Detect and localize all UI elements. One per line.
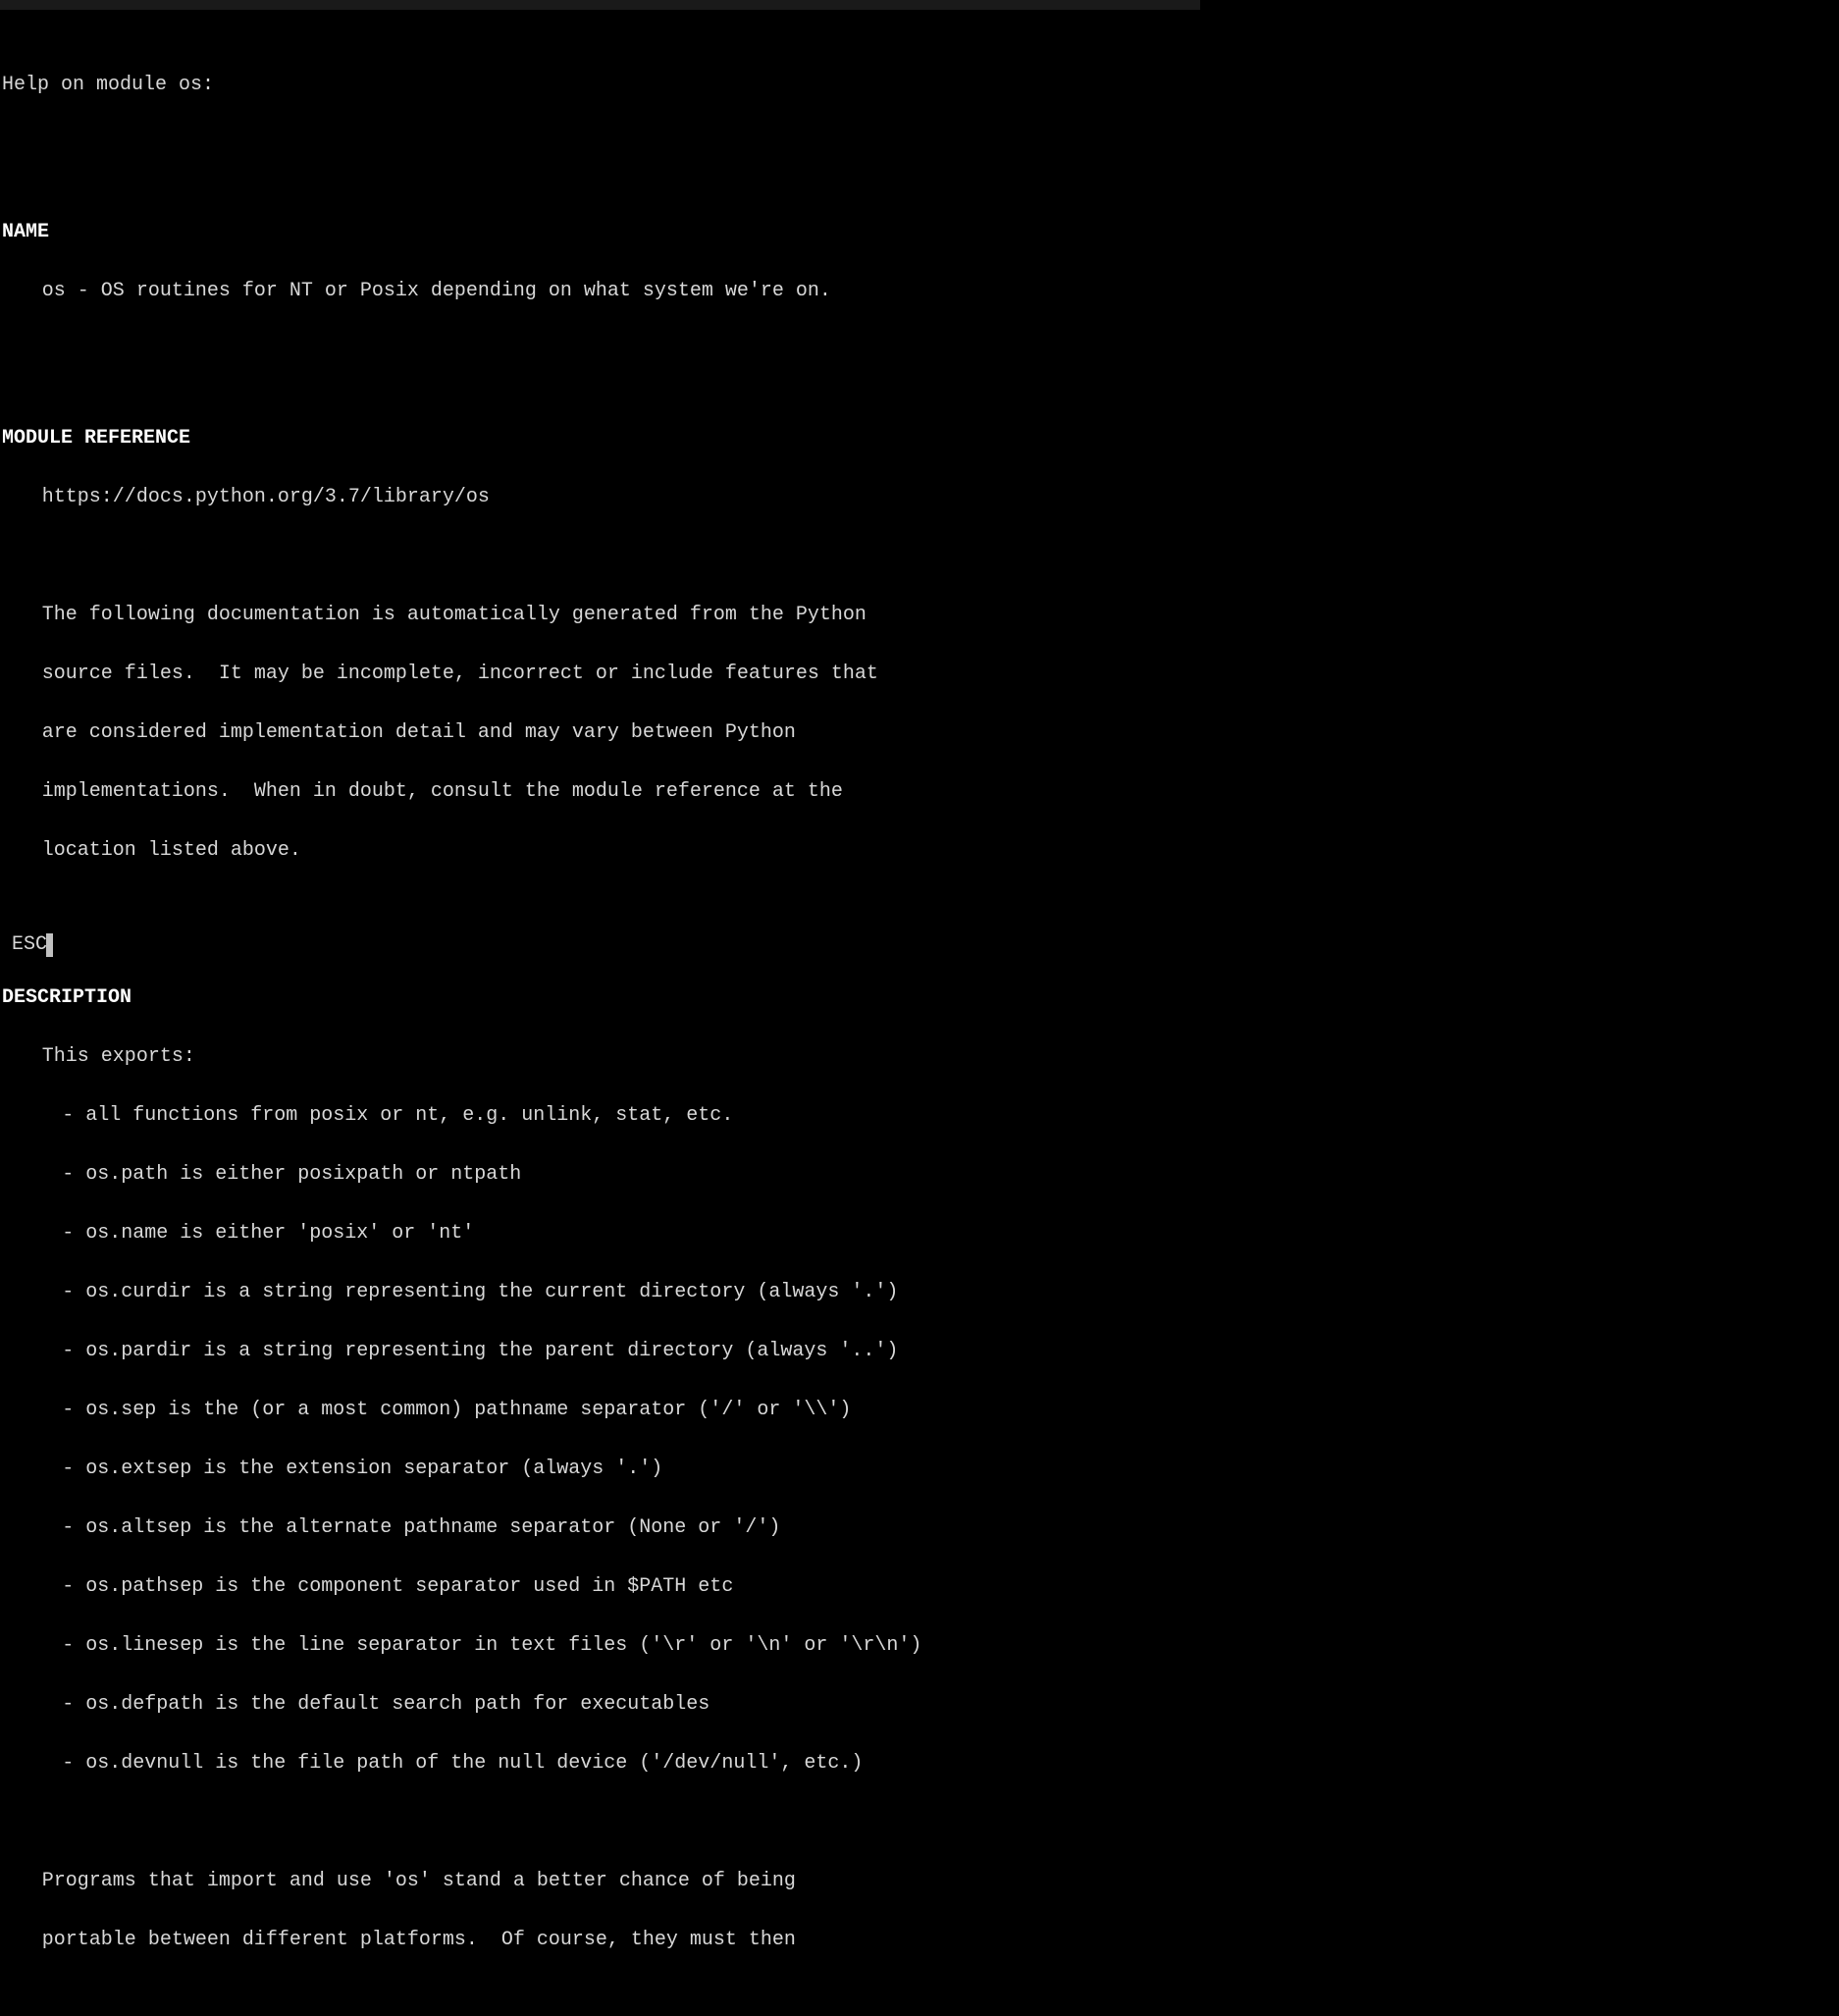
description-bullet: - os.altsep is the alternate pathname se… — [2, 1513, 1198, 1543]
description-bullet: - os.pardir is a string representing the… — [2, 1337, 1198, 1366]
module-reference-paragraph-line: source files. It may be incomplete, inco… — [2, 660, 1198, 689]
pager-status-line[interactable]: ESC — [12, 930, 53, 960]
section-heading-module-reference: MODULE REFERENCE — [2, 424, 1198, 453]
description-closing-line: Programs that import and use 'os' stand … — [2, 1867, 1198, 1896]
module-reference-paragraph-line: implementations. When in doubt, consult … — [2, 777, 1198, 807]
description-bullet: - os.pathsep is the component separator … — [2, 1572, 1198, 1602]
blank-line — [2, 895, 1198, 925]
pager-status-text: ESC — [12, 930, 47, 960]
name-content: os - OS routines for NT or Posix dependi… — [2, 277, 1198, 306]
description-bullet: - os.name is either 'posix' or 'nt' — [2, 1219, 1198, 1248]
description-bullet: - os.linesep is the line separator in te… — [2, 1631, 1198, 1661]
blank-line — [2, 336, 1198, 365]
description-bullet: - os.curdir is a string representing the… — [2, 1278, 1198, 1307]
module-reference-paragraph-line: are considered implementation detail and… — [2, 718, 1198, 748]
module-reference-paragraph-line: The following documentation is automatic… — [2, 601, 1198, 630]
blank-line — [2, 542, 1198, 571]
help-header: Help on module os: — [2, 71, 1198, 100]
blank-line — [2, 1808, 1198, 1837]
description-bullet: - os.defpath is the default search path … — [2, 1690, 1198, 1720]
description-bullet: - os.extsep is the extension separator (… — [2, 1455, 1198, 1484]
module-reference-paragraph-line: location listed above. — [2, 836, 1198, 866]
description-bullet: - os.sep is the (or a most common) pathn… — [2, 1396, 1198, 1425]
description-bullet: - os.path is either posixpath or ntpath — [2, 1160, 1198, 1190]
description-bullet: - os.devnull is the file path of the nul… — [2, 1749, 1198, 1778]
blank-line — [2, 130, 1198, 159]
description-closing-line: portable between different platforms. Of… — [2, 1926, 1198, 1955]
description-intro: This exports: — [2, 1042, 1198, 1072]
section-heading-description: DESCRIPTION — [2, 983, 1198, 1013]
terminal-viewport[interactable]: Help on module os: NAME os - OS routines… — [0, 10, 1200, 2016]
module-reference-url: https://docs.python.org/3.7/library/os — [2, 483, 1198, 512]
terminal-cursor — [46, 933, 53, 957]
section-heading-name: NAME — [2, 218, 1198, 247]
description-bullet: - all functions from posix or nt, e.g. u… — [2, 1101, 1198, 1131]
window-titlebar — [0, 0, 1200, 10]
